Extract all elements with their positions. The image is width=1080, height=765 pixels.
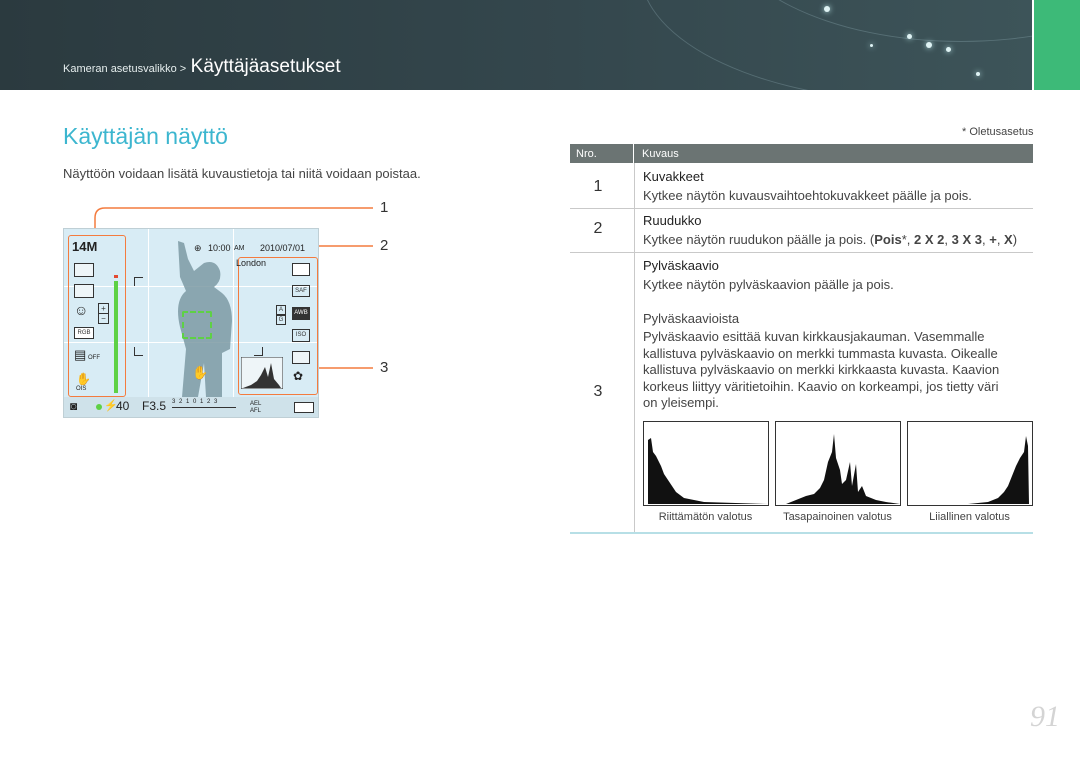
row-subtitle-3: Pylväskaavioista [643,311,740,326]
focus-frame [182,311,212,339]
af-corner [134,347,143,356]
col-kuvaus: Kuvaus [642,148,679,160]
battery-display-icon [292,263,310,276]
col-nro: Nro. [576,148,597,160]
histogram-label-bright: Liiallinen valotus [929,511,1010,523]
grid-line [148,229,149,399]
column-divider [634,163,635,533]
exposure-bar [114,281,118,393]
af-corner [254,347,263,356]
row-text-2: Kytkee näytön ruudukon päälle ja pois. (… [643,232,1018,247]
row-number-3: 3 [593,383,603,400]
time-readout: 10:00 [208,243,231,253]
breadcrumb-parent[interactable]: Kameran asetusvalikko > [63,63,186,75]
table-header: Nro. Kuvaus [570,144,1033,163]
face-detect-icon: ☺ [74,302,89,318]
quality-icon [74,263,94,277]
row-number-1: 1 [593,178,603,195]
sparkle [976,72,980,76]
iso-icon: ISO [292,329,310,342]
minus-icon: − [98,313,109,324]
header-divider [633,144,634,163]
battery-icon [294,402,314,413]
histogram-balanced [775,421,901,506]
chapter-tab[interactable] [1034,0,1080,90]
option-plus: + [989,232,997,247]
callout-3: 3 [380,359,389,376]
status-bar: ◙ ⚡ 40 F3.5 3 2 1 0 1 2 3 AEL AFL [64,397,318,417]
af-area-icon [292,351,310,364]
histogram-bright [907,421,1033,506]
camera-mode-icon: ◙ [70,399,78,413]
ampm-readout: AM [234,245,245,252]
sharpness-icon: SAF [292,285,310,297]
breadcrumb: Kameran asetusvalikko > Käyttäjäasetukse… [63,56,341,78]
resolution-indicator: 14M [72,239,98,254]
callout-1: 1 [380,199,389,216]
row-title-2: Ruudukko [643,213,702,228]
af-corner [134,277,143,286]
iso-readout: 40 [116,399,130,413]
option-off: Pois [874,232,902,247]
macro-icon: ✿ [293,369,304,383]
histogram-dark [643,421,769,506]
sparkle [907,34,912,39]
exposure-marker [114,275,118,278]
ois-label: OIS [76,386,87,392]
row-text-3: Kytkee näytön pylväskaavion päälle ja po… [643,277,894,292]
table-bottom-rule [570,532,1033,534]
a-icon: A [276,305,286,315]
histogram-label-dark: Riittämätön valotus [658,511,753,523]
sparkle [946,47,951,52]
shake-warning-icon: ✋ [192,365,209,380]
exposure-scale-line [172,407,236,408]
awb-icon: AWB [292,307,310,320]
breadcrumb-current: Käyttäjäasetukset [190,56,341,77]
drive-mode-icon: ▤ [74,347,87,362]
row-divider [570,208,1033,209]
off-label: OFF [88,355,100,361]
option-3x3: 3 X 3 [951,232,982,247]
color-icon: RGB [74,327,94,339]
row-divider [570,252,1033,253]
sparkle [870,44,873,47]
page-title: Käyttäjän näyttö [63,123,228,149]
option-2x2: 2 X 2 [914,232,945,247]
g-icon: G [276,315,286,325]
chapter-header: Kameran asetusvalikko > Käyttäjäasetukse… [0,0,1032,90]
row-title-1: Kuvakkeet [643,169,704,184]
clock-icon: ⊕ [194,243,202,253]
histogram-explanation: Pylväskaavio esittää kuvan kirkkausjakau… [643,329,1000,410]
page-number: 91 [1030,700,1060,733]
sparkle [926,42,932,48]
sparkle [824,6,830,12]
mini-histogram [241,357,283,389]
row-number-2: 2 [593,220,603,237]
row-title-3: Pylväskaavio [643,258,719,273]
metering-icon [74,284,94,298]
afl-indicator: AFL [250,408,262,414]
date-readout: 2010/07/01 [260,243,306,253]
aperture-readout: F3.5 [142,399,167,413]
histogram-label-balanced: Tasapainoinen valotus [783,511,892,523]
intro-text: Näyttöön voidaan lisätä kuvaustietoja ta… [63,166,421,181]
default-note: * Oletusasetus [962,126,1034,138]
row-text-1: Kytkee näytön kuvausvaihtoehtokuvakkeet … [643,188,972,203]
focus-ok-indicator [96,404,102,410]
camera-display: 14M ⊕ 10:00 AM 2010/07/01 London ☺ RGB ▤… [63,228,319,418]
callout-2: 2 [380,237,389,254]
city-readout: London [236,258,267,268]
option-x: X [1004,232,1013,247]
